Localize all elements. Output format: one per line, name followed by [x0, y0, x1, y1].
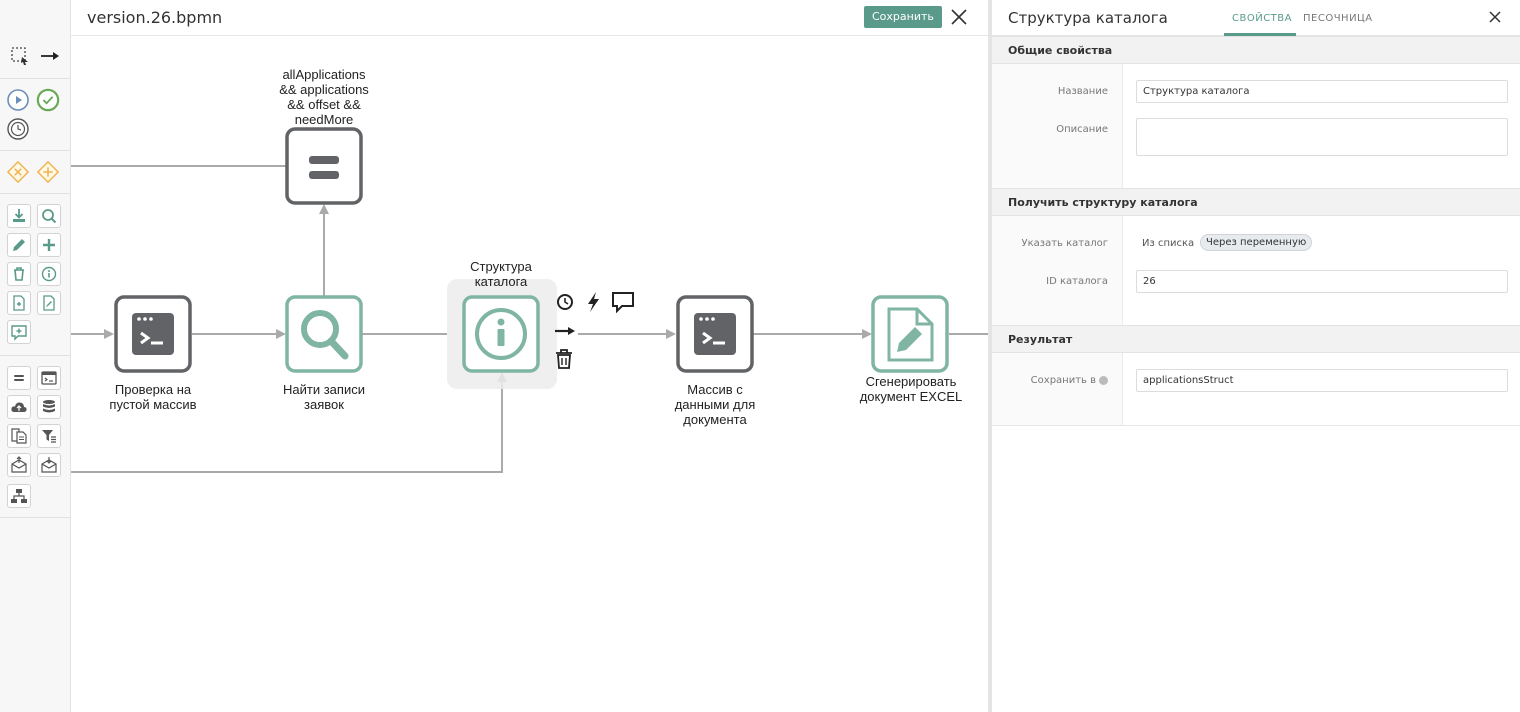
section-get-catalog-header[interactable]: Получить структуру каталога: [992, 188, 1520, 216]
close-icon[interactable]: [1486, 8, 1504, 26]
node-condition: [285, 127, 363, 205]
node-label-condition: allApplications && applications && offse…: [279, 67, 369, 127]
download-task-icon[interactable]: [7, 204, 31, 228]
section-title: Результат: [1008, 333, 1073, 346]
filter-task-icon[interactable]: [37, 424, 61, 448]
timer-icon: [557, 294, 573, 310]
node-label-find-records: Найти записи заявок: [283, 382, 365, 412]
editor-header: version.26.bpmn Сохранить: [71, 0, 988, 36]
database-task-icon[interactable]: [37, 395, 61, 419]
start-event-icon[interactable]: [6, 88, 30, 112]
message-task-icon[interactable]: [7, 320, 31, 344]
arrow-into-check: [104, 329, 114, 339]
node-check-empty: [114, 295, 192, 373]
panel-header: Структура каталога СВОЙСТВА ПЕСОЧНИЦА: [992, 0, 1520, 36]
subprocess-icon[interactable]: [7, 484, 31, 508]
arrow-into-array: [666, 329, 676, 339]
node-label-generate-excel: Сгенерировать документ EXCEL: [859, 374, 963, 404]
lasso-select-icon[interactable]: [8, 44, 32, 68]
field-label-catalog-source: Указать каталог: [1021, 238, 1109, 249]
arrow-into-excel: [862, 329, 872, 339]
parallel-gateway-icon[interactable]: [36, 160, 60, 184]
cloud-upload-task-icon[interactable]: [7, 395, 31, 419]
end-event-icon[interactable]: [36, 88, 60, 112]
connect-arrow-icon[interactable]: [38, 44, 62, 68]
lightning-icon: [588, 292, 599, 312]
node-data-array: [676, 295, 754, 373]
description-textarea[interactable]: [1136, 118, 1508, 156]
option-via-variable[interactable]: Через переменную: [1200, 234, 1313, 251]
equals-icon: [309, 156, 339, 164]
node-label-catalog-structure: Структура каталога: [470, 259, 532, 289]
diagram-editor: version.26.bpmn Сохранить allApplication…: [0, 0, 988, 712]
bpmn-editor-app: version.26.bpmn Сохранить allApplication…: [0, 0, 1520, 712]
context-pad: [555, 292, 634, 369]
arrow-into-condition: [319, 204, 329, 214]
file-title: version.26.bpmn: [87, 8, 223, 27]
label-column: [992, 353, 1123, 425]
node-find-records: [285, 295, 363, 373]
node-label-check-empty: Проверка на пустой массив: [109, 382, 197, 412]
file-edit-task-icon[interactable]: [37, 291, 61, 315]
properties-panel: Структура каталога СВОЙСТВА ПЕСОЧНИЦА Об…: [992, 0, 1520, 712]
arrow-into-find: [276, 329, 286, 339]
tab-sandbox[interactable]: ПЕСОЧНИЦА: [1303, 13, 1373, 24]
section-result-header[interactable]: Результат: [992, 325, 1520, 353]
label-column: [992, 216, 1123, 326]
exclusive-gateway-icon[interactable]: [6, 160, 30, 184]
info-task-icon[interactable]: [37, 262, 61, 286]
name-input[interactable]: Структура каталога: [1136, 80, 1508, 103]
node-generate-excel: [871, 295, 949, 373]
catalog-id-input[interactable]: 26: [1136, 270, 1508, 293]
save-button[interactable]: Сохранить: [864, 6, 942, 28]
edit-task-icon[interactable]: [7, 233, 31, 257]
equals-task-icon[interactable]: [7, 366, 31, 390]
section-general-header[interactable]: Общие свойства: [992, 36, 1520, 64]
field-label-description: Описание: [1056, 124, 1108, 135]
script-icon: [132, 313, 174, 355]
comment-icon: [612, 292, 634, 314]
option-from-list[interactable]: Из списка: [1142, 238, 1194, 249]
node-label-data-array: Массив с данными для документа: [674, 382, 756, 427]
field-label-name: Название: [1057, 86, 1108, 97]
timer-event-icon[interactable]: [6, 117, 30, 141]
arrow-icon: [555, 327, 575, 335]
section-title: Общие свойства: [1008, 44, 1113, 57]
section-title: Получить структуру каталога: [1008, 196, 1198, 209]
add-task-icon[interactable]: [37, 233, 61, 257]
save-to-input[interactable]: applicationsStruct: [1136, 369, 1508, 392]
trash-icon: [556, 349, 572, 369]
diagram-canvas[interactable]: allApplications && applications && offse…: [71, 37, 988, 712]
document-copy-task-icon[interactable]: [7, 424, 31, 448]
close-icon[interactable]: [949, 7, 969, 27]
search-task-icon[interactable]: [37, 204, 61, 228]
script-icon: [694, 313, 736, 355]
file-task-icon[interactable]: [7, 291, 31, 315]
panel-title: Структура каталога: [1008, 9, 1168, 27]
mail-send-task-icon[interactable]: [7, 453, 31, 477]
script-task-icon[interactable]: [37, 366, 61, 390]
field-label-save-to: Сохранить в: [1031, 375, 1108, 386]
tool-palette: [0, 0, 71, 712]
node-catalog-structure: [447, 279, 557, 389]
tab-properties[interactable]: СВОЙСТВА: [1232, 13, 1292, 24]
field-label-catalog-id: ID каталога: [1046, 276, 1108, 287]
info-icon[interactable]: [1099, 375, 1108, 385]
mail-receive-task-icon[interactable]: [37, 453, 61, 477]
section-divider: [992, 425, 1520, 426]
delete-task-icon[interactable]: [7, 262, 31, 286]
